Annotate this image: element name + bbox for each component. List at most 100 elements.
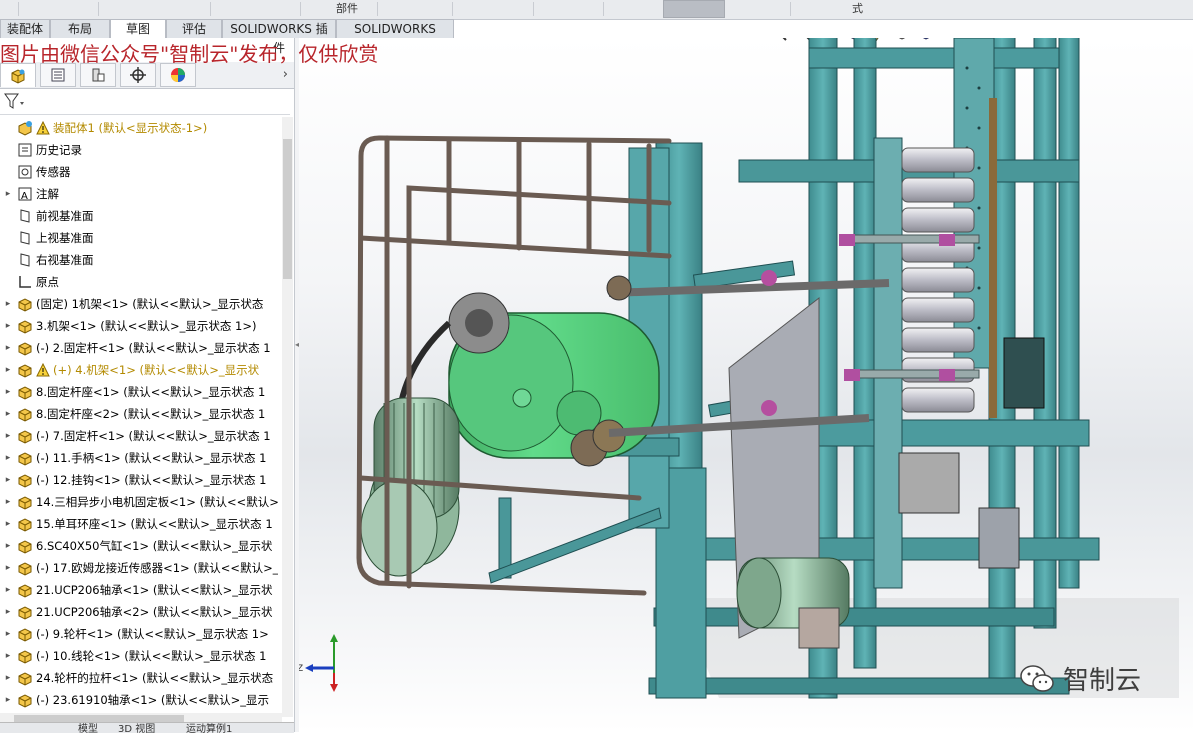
expand-arrow-icon[interactable]: ▸ bbox=[3, 695, 13, 705]
command-manager-tabs: 装配体 布局 草图 评估 SOLIDWORKS 插件 SOLIDWORKS MB… bbox=[0, 19, 460, 55]
assembly-model[interactable]: Z bbox=[299, 38, 1193, 732]
expand-arrow-icon[interactable]: ▸ bbox=[3, 299, 13, 309]
tree-item-label: 6.SC40X50气缸<1> (默认<<默认>_显示状 bbox=[36, 539, 273, 553]
parts-label[interactable]: 部件 bbox=[336, 0, 358, 16]
tree-item[interactable]: ▸ (固定) 1机架<1> (默认<<默认>_显示状态 bbox=[0, 293, 281, 315]
scroll-thumb[interactable] bbox=[283, 139, 292, 279]
panel-collapse-arrow-icon[interactable]: › bbox=[283, 67, 288, 82]
tree-item[interactable]: 右视基准面 bbox=[0, 249, 281, 271]
tree-item[interactable]: ▸ 15.单耳环座<1> (默认<<默认>_显示状态 1 bbox=[0, 513, 281, 535]
expand-arrow-icon[interactable]: ▸ bbox=[3, 497, 13, 507]
tree-item[interactable]: 前视基准面 bbox=[0, 205, 281, 227]
tab-assembly[interactable]: 装配体 bbox=[0, 19, 50, 38]
part-icon bbox=[17, 516, 33, 532]
toolbar-separator bbox=[18, 2, 19, 16]
tree-item[interactable]: ▸ 21.UCP206轴承<2> (默认<<默认>_显示状 bbox=[0, 601, 281, 623]
property-list-icon bbox=[51, 68, 65, 82]
tree-item-label: 前视基准面 bbox=[36, 209, 94, 223]
tab-solidworks-addins[interactable]: SOLIDWORKS 插件 bbox=[222, 19, 336, 55]
tab-layout[interactable]: 布局 bbox=[50, 19, 110, 38]
tree-item[interactable]: 原点 bbox=[0, 271, 281, 293]
expand-arrow-icon[interactable]: ▸ bbox=[3, 321, 13, 331]
tree-item-label: (-) 10.线轮<1> (默认<<默认>_显示状态 1 bbox=[36, 649, 267, 663]
expand-arrow-icon[interactable]: ▸ bbox=[3, 343, 13, 353]
tree-item-label: (-) 2.固定杆<1> (默认<<默认>_显示状态 1 bbox=[36, 341, 271, 355]
tree-item[interactable]: 传感器 bbox=[0, 161, 281, 183]
expand-arrow-icon[interactable]: ▸ bbox=[3, 189, 13, 199]
watermark-text: 图片由微信公众号"智制云"发布，仅供欣赏 bbox=[0, 42, 379, 66]
tree-item[interactable]: ▸ (-) 17.欧姆龙接近传感器<1> (默认<<默认>_ bbox=[0, 557, 281, 579]
expand-arrow-icon[interactable]: ▸ bbox=[3, 431, 13, 441]
tree-item[interactable]: ▸ 8.固定杆座<2> (默认<<默认>_显示状态 1 bbox=[0, 403, 281, 425]
expand-arrow-icon[interactable]: ▸ bbox=[3, 607, 13, 617]
tab-motion-study[interactable]: 运动算例1 bbox=[186, 723, 232, 733]
tree-filter[interactable] bbox=[0, 90, 290, 115]
tab-solidworks-mbd[interactable]: SOLIDWORKS MBD bbox=[336, 19, 454, 55]
tree-item-label: (-) 23.61910轴承<1> (默认<<默认>_显示 bbox=[36, 693, 270, 707]
tree-item[interactable]: ▸ (-) 12.挂钩<1> (默认<<默认>_显示状态 1 bbox=[0, 469, 281, 491]
gearbox bbox=[448, 292, 660, 467]
tree-item[interactable]: ▸ (-) 2.固定杆<1> (默认<<默认>_显示状态 1 bbox=[0, 337, 281, 359]
plane-icon bbox=[17, 230, 33, 246]
tree-item-label: (-) 9.轮杆<1> (默认<<默认>_显示状态 1> bbox=[36, 627, 269, 641]
tree-item[interactable]: 上视基准面 bbox=[0, 227, 281, 249]
active-command-button[interactable] bbox=[663, 0, 725, 18]
expand-arrow-icon[interactable]: ▸ bbox=[3, 387, 13, 397]
tree-item-label: (-) 12.挂钩<1> (默认<<默认>_显示状态 1 bbox=[36, 473, 267, 487]
toolbar-separator bbox=[603, 2, 604, 16]
tree-item[interactable]: ▸ (-) 7.固定杆<1> (默认<<默认>_显示状态 1 bbox=[0, 425, 281, 447]
plane-icon bbox=[17, 208, 33, 224]
tree-item[interactable]: ▸ 21.UCP206轴承<1> (默认<<默认>_显示状 bbox=[0, 579, 281, 601]
expand-arrow-icon[interactable]: ▸ bbox=[3, 541, 13, 551]
toolbar-separator bbox=[790, 2, 791, 16]
tree-item-label: (-) 11.手柄<1> (默认<<默认>_显示状态 1 bbox=[36, 451, 267, 465]
tab-3d-views[interactable]: 3D 视图 bbox=[118, 723, 155, 733]
cylinder-block bbox=[1003, 337, 1045, 409]
tree-item[interactable]: ▸ 3.机架<1> (默认<<默认>_显示状态 1>) bbox=[0, 315, 281, 337]
graphics-viewport[interactable]: Z 智制云 bbox=[299, 38, 1193, 732]
color-wheel-icon bbox=[171, 68, 185, 82]
expand-arrow-icon[interactable]: ▸ bbox=[3, 651, 13, 661]
tab-model[interactable]: 模型 bbox=[78, 723, 98, 733]
vertical-scrollbar[interactable] bbox=[282, 117, 293, 717]
tree-item[interactable]: ▸ 6.SC40X50气缸<1> (默认<<默认>_显示状 bbox=[0, 535, 281, 557]
tree-item-label: 传感器 bbox=[36, 165, 71, 179]
tree-item[interactable]: ▸ 8.固定杆座<1> (默认<<默认>_显示状态 1 bbox=[0, 381, 281, 403]
tree-item[interactable]: ▸ (-) 10.线轮<1> (默认<<默认>_显示状态 1 bbox=[0, 645, 281, 667]
expand-arrow-icon[interactable]: ▸ bbox=[3, 519, 13, 529]
expand-arrow-icon[interactable]: ▸ bbox=[3, 409, 13, 419]
tree-item-label: 15.单耳环座<1> (默认<<默认>_显示状态 1 bbox=[36, 517, 273, 531]
toolbar-separator bbox=[98, 2, 99, 16]
toolbar-separator bbox=[533, 2, 534, 16]
tree-item[interactable]: ▸ 14.三相异步小电机固定板<1> (默认<<默认> bbox=[0, 491, 281, 513]
coordinate-triad: Z bbox=[299, 634, 338, 692]
feature-manager-panel: › 装配体1 (默认<显示状态-1>) 历史记录传感器 ▸ A 注解前视基准面上视基准面… bbox=[0, 60, 295, 732]
tree-root-assembly[interactable]: 装配体1 (默认<显示状态-1>) bbox=[0, 117, 281, 139]
toolbar-separator bbox=[300, 2, 301, 16]
expand-arrow-icon[interactable]: ▸ bbox=[3, 629, 13, 639]
sensor-icon bbox=[17, 164, 33, 180]
tree-item-label: (-) 17.欧姆龙接近传感器<1> (默认<<默认>_ bbox=[36, 561, 279, 575]
tree-item[interactable]: ▸ (-) 9.轮杆<1> (默认<<默认>_显示状态 1> bbox=[0, 623, 281, 645]
expand-arrow-icon[interactable]: ▸ bbox=[3, 475, 13, 485]
tree-item-label: 21.UCP206轴承<1> (默认<<默认>_显示状 bbox=[36, 583, 273, 597]
expand-arrow-icon[interactable]: ▸ bbox=[3, 585, 13, 595]
tree-item[interactable]: ▸ (+) 4.机架<1> (默认<<默认>_显示状 bbox=[0, 359, 281, 381]
filter-funnel-icon[interactable] bbox=[3, 92, 27, 112]
tree-item[interactable]: ▸ (-) 23.61910轴承<1> (默认<<默认>_显示 bbox=[0, 689, 281, 711]
expand-arrow-icon[interactable]: ▸ bbox=[3, 673, 13, 683]
tree-item[interactable]: ▸ 24.轮杆的拉杆<1> (默认<<默认>_显示状态 bbox=[0, 667, 281, 689]
tree-item[interactable]: ▸ (-) 11.手柄<1> (默认<<默认>_显示状态 1 bbox=[0, 447, 281, 469]
tab-evaluate[interactable]: 评估 bbox=[166, 19, 222, 38]
expand-arrow-icon[interactable]: ▸ bbox=[3, 453, 13, 463]
expand-arrow-icon[interactable]: ▸ bbox=[3, 365, 13, 375]
tab-sketch[interactable]: 草图 bbox=[110, 19, 166, 38]
tree-item[interactable]: ▸ A 注解 bbox=[0, 183, 281, 205]
wechat-icon bbox=[1020, 664, 1054, 692]
tree-item[interactable]: 历史记录 bbox=[0, 139, 281, 161]
part-icon bbox=[17, 362, 33, 378]
expand-arrow-icon[interactable]: ▸ bbox=[3, 563, 13, 573]
toolbar-separator bbox=[377, 2, 378, 16]
tree-item-label: 注解 bbox=[36, 187, 59, 201]
part-icon bbox=[17, 450, 33, 466]
